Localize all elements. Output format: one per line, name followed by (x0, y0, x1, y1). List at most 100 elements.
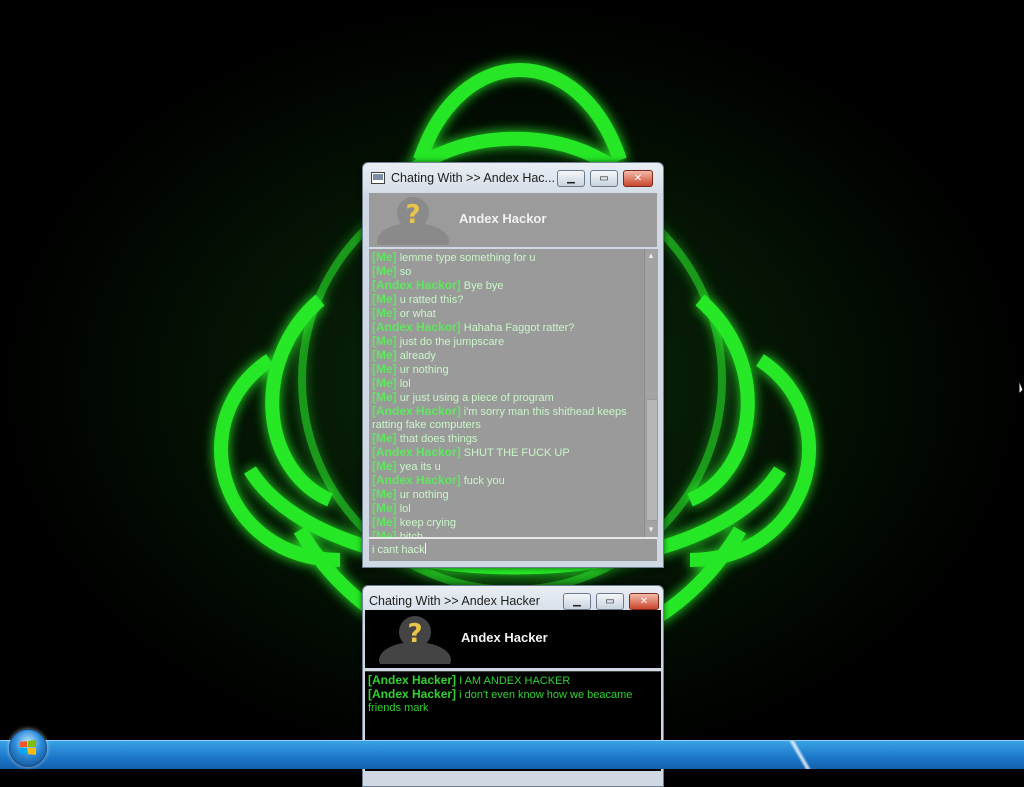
message-sender: [Andex Hackor] (372, 278, 461, 292)
unknown-user-icon: ? (377, 197, 449, 245)
message-text: just do the jumpscare (396, 336, 505, 348)
svg-text:?: ? (405, 200, 420, 230)
chat-message: [Me] ur nothing (372, 363, 641, 377)
minimize-button[interactable]: ▁ (563, 593, 591, 610)
message-text: lemme type something for u (396, 252, 536, 264)
chat-message: [Me] keep crying (372, 516, 641, 530)
chat-message: [Me] ur nothing (372, 488, 641, 502)
message-text: lol (396, 378, 411, 390)
chat-message: [Andex Hackor] Hahaha Faggot ratter? (372, 321, 641, 335)
taskbar (0, 740, 1024, 769)
windows-flag-icon (20, 740, 36, 755)
chat-message: [Andex Hackor] i'm sorry man this shithe… (372, 405, 641, 432)
scroll-thumb[interactable] (646, 399, 658, 521)
message-sender: [Me] (372, 390, 397, 404)
maximize-icon: ▭ (605, 596, 615, 607)
message-input[interactable]: i cant hack (369, 537, 657, 561)
chat-message: [Andex Hackor] fuck you (372, 474, 641, 488)
message-sender: [Andex Hackor] (372, 445, 461, 459)
message-text: yea its u (396, 461, 441, 473)
chat-message: [Me] or what (372, 307, 641, 321)
close-button[interactable]: ✕ (623, 170, 653, 187)
maximize-button[interactable]: ▭ (596, 593, 624, 610)
maximize-button[interactable]: ▭ (590, 170, 618, 187)
svg-text:?: ? (407, 619, 422, 649)
message-sender: [Me] (372, 250, 397, 264)
message-text: so (396, 266, 412, 278)
chat-message: [Me] ur just using a piece of program (372, 391, 641, 405)
maximize-icon: ▭ (599, 173, 609, 184)
message-sender: [Me] (372, 376, 397, 390)
close-icon: ✕ (639, 596, 649, 607)
chat-message: [Me] bitch (372, 529, 641, 538)
contact-header: ? Andex Hackor (369, 193, 657, 247)
close-icon: ✕ (633, 173, 643, 184)
chat-message: [Me] yea its u (372, 460, 641, 474)
text-caret (424, 543, 426, 554)
contact-header: ? Andex Hacker (365, 610, 661, 668)
title-bar[interactable]: Chating With >> Andex Hac... ▁ ▭ ✕ (363, 163, 663, 193)
message-sender: [Me] (372, 431, 397, 445)
message-text: Bye bye (460, 280, 504, 292)
chat-message: [Andex Hackor] SHUT THE FUCK UP (372, 446, 641, 460)
message-sender: [Andex Hackor] (372, 473, 461, 487)
message-text: ur nothing (396, 364, 449, 376)
message-sender: [Me] (372, 264, 397, 278)
message-sender: [Me] (372, 292, 397, 306)
window-title: Chating With >> Andex Hacker (369, 594, 540, 608)
chat-message: [Me] u ratted this? (372, 293, 641, 307)
contact-name: Andex Hacker (461, 630, 548, 645)
app-icon (371, 172, 385, 184)
message-text: or what (396, 308, 436, 320)
message-input-value: i cant hack (372, 544, 425, 556)
message-text: ur nothing (396, 489, 449, 501)
chat-message: [Andex Hacker] i don't even know how we … (368, 688, 658, 715)
minimize-icon: ▁ (573, 596, 581, 607)
chat-message: [Me] already (372, 349, 641, 363)
chat-scrollbar[interactable]: ▲ ▼ (644, 249, 658, 537)
message-sender: [Andex Hacker] (368, 687, 457, 701)
contact-name: Andex Hackor (459, 211, 547, 226)
chat-window-main[interactable]: Chating With >> Andex Hac... ▁ ▭ ✕ ? And… (362, 162, 664, 568)
minimize-button[interactable]: ▁ (557, 170, 585, 187)
message-sender: [Me] (372, 501, 397, 515)
message-sender: [Andex Hackor] (372, 404, 461, 418)
message-text: that does things (396, 433, 478, 445)
message-text: I AM ANDEX HACKER (456, 675, 571, 687)
scroll-down-arrow-icon[interactable]: ▼ (647, 525, 655, 534)
close-button[interactable]: ✕ (629, 593, 659, 610)
message-sender: [Me] (372, 487, 397, 501)
unknown-user-icon: ? (379, 616, 451, 664)
chat-message: [Me] lol (372, 377, 641, 391)
message-sender: [Me] (372, 459, 397, 473)
message-text: keep crying (396, 517, 456, 529)
message-sender: [Me] (372, 515, 397, 529)
message-sender: [Me] (372, 348, 397, 362)
message-text: lol (396, 503, 411, 515)
message-sender: [Andex Hackor] (372, 320, 461, 334)
message-sender: [Me] (372, 529, 397, 538)
scroll-up-arrow-icon[interactable]: ▲ (647, 251, 655, 260)
message-text: u ratted this? (396, 294, 464, 306)
windows-start-orb-icon[interactable] (9, 729, 47, 767)
message-text: ur just using a piece of program (396, 392, 554, 404)
chat-message: [Me] that does things (372, 432, 641, 446)
chat-log[interactable]: [Me] lemme type something for u [Me] so [A… (369, 249, 644, 537)
window-title: Chating With >> Andex Hac... (391, 171, 555, 185)
chat-message: [Andex Hacker] I AM ANDEX HACKER (368, 674, 658, 688)
mouse-cursor-icon (1018, 379, 1024, 396)
message-sender: [Andex Hacker] (368, 673, 457, 687)
chat-message: [Me] lemme type something for u (372, 251, 641, 265)
message-text: already (396, 350, 436, 362)
chat-message: [Me] just do the jumpscare (372, 335, 641, 349)
message-text: fuck you (460, 475, 505, 487)
chat-message: [Me] so (372, 265, 641, 279)
chat-message: [Andex Hackor] Bye bye (372, 279, 641, 293)
chat-message: [Me] lol (372, 502, 641, 516)
message-sender: [Me] (372, 334, 397, 348)
message-text: SHUT THE FUCK UP (460, 447, 570, 459)
message-text: Hahaha Faggot ratter? (460, 322, 575, 334)
message-sender: [Me] (372, 362, 397, 376)
message-sender: [Me] (372, 306, 397, 320)
taskbar-highlight (770, 741, 830, 769)
